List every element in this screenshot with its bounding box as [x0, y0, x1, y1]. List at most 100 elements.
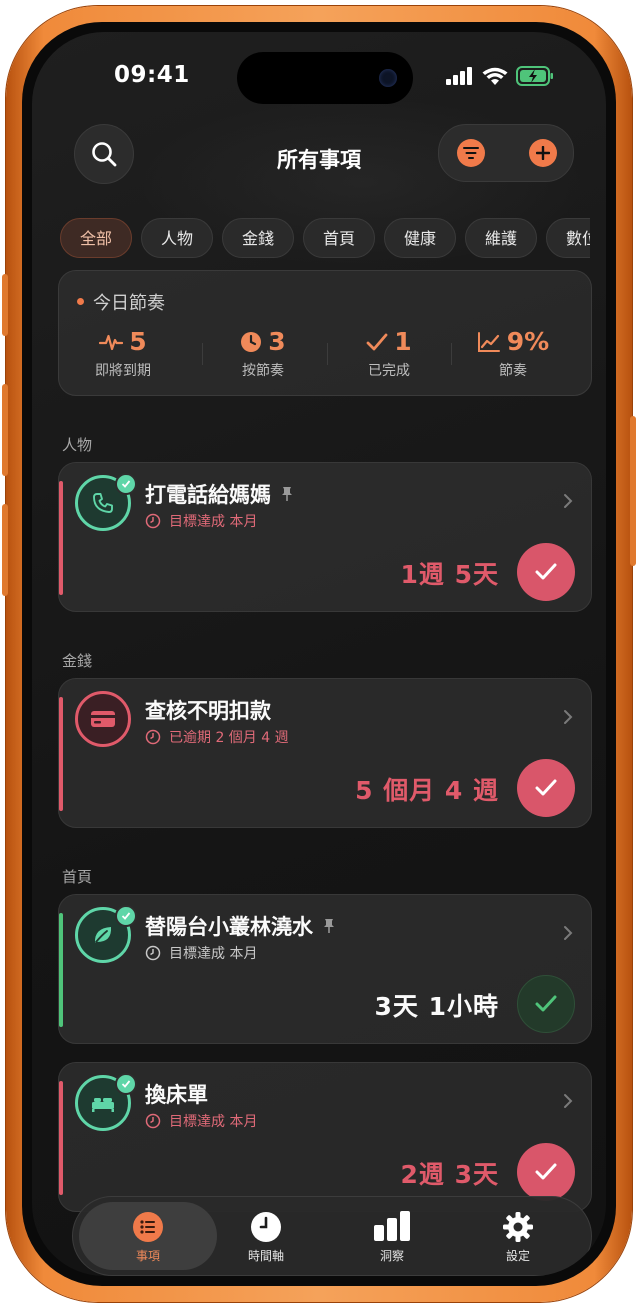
stat-value: 5: [129, 327, 147, 356]
stat-completed: 1 已完成: [329, 327, 449, 380]
check-icon: [121, 912, 131, 920]
tab-label: 設定: [505, 1249, 530, 1263]
chip-money[interactable]: 金錢: [222, 218, 294, 258]
task-title: 換床單: [145, 1083, 208, 1107]
header-actions: [438, 124, 574, 182]
task-due: 5 個月 4 週: [355, 776, 499, 805]
screen: 09:41 所有事項 全部 人物 金錢 首頁健康 維護 數位 今日節奏 5 即將…: [32, 32, 606, 1276]
completed-badge: [115, 473, 137, 495]
task-card[interactable]: 替陽台小叢林澆水 目標達成 本月 3天 1小時: [58, 894, 592, 1044]
chip-all[interactable]: 全部: [60, 218, 132, 258]
complete-button[interactable]: [517, 975, 575, 1033]
task-card[interactable]: 換床單 目標達成 本月 2週 3天: [58, 1062, 592, 1212]
task-title-row: 替陽台小叢林澆水: [145, 911, 335, 941]
stat-label: 即將到期: [95, 363, 151, 379]
wifi-icon: [482, 67, 508, 85]
divider: [451, 343, 452, 365]
plus-icon: [536, 146, 550, 160]
volume-down-button: [2, 504, 8, 596]
dynamic-island: [237, 52, 413, 104]
action-button: [2, 274, 8, 336]
status-dot: [77, 298, 84, 305]
check-icon: [121, 1080, 131, 1088]
category-chips: 全部 人物 金錢 首頁 健康 維護 數位: [60, 218, 590, 264]
task-subtitle-row: 目標達成 本月: [145, 943, 257, 963]
chevron-right-icon: [564, 710, 573, 724]
trend-icon: [477, 331, 500, 352]
task-subtitle: 已逾期 2 個月 4 週: [169, 730, 289, 746]
pin-icon: [282, 487, 292, 501]
bezel: 09:41 所有事項 全部 人物 金錢 首頁健康 維護 數位 今日節奏 5 即將…: [22, 22, 616, 1286]
chip-digital[interactable]: 數位: [546, 218, 590, 258]
check-icon: [121, 480, 131, 488]
add-button[interactable]: [529, 139, 557, 167]
chevron-right-icon: [564, 494, 573, 508]
chip-home[interactable]: 首頁: [303, 218, 375, 258]
pin-icon: [324, 919, 334, 933]
clock-icon: [241, 331, 262, 352]
tab-items[interactable]: 事項: [79, 1202, 217, 1270]
bed-icon: [92, 1098, 114, 1112]
check-icon: [535, 1163, 557, 1180]
clock-icon: [145, 513, 161, 529]
complete-button[interactable]: [517, 1143, 575, 1201]
task-due: 1週 5天: [400, 560, 499, 589]
stat-value: 3: [268, 327, 286, 356]
task-due: 3天 1小時: [374, 992, 499, 1021]
rhythm-summary: 今日節奏 5 即將到期 3 按節奏 1 已完成 9% 節奏: [58, 270, 592, 396]
filter-icon: [463, 147, 479, 159]
stat-upcoming: 5 即將到期: [63, 327, 183, 380]
battery-icon: [516, 66, 553, 86]
status-bar: [59, 913, 63, 1027]
stat-label: 按節奏: [242, 363, 284, 379]
divider: [327, 343, 328, 365]
rhythm-title: 今日節奏: [93, 293, 165, 314]
task-subtitle: 目標達成 本月: [169, 514, 258, 530]
completed-badge: [115, 1073, 137, 1095]
pulse-icon: [99, 334, 124, 350]
stat-label: 節奏: [499, 363, 527, 379]
section-header: 首頁: [62, 868, 93, 886]
stat-label: 已完成: [368, 363, 410, 379]
stat-value: 1: [394, 327, 412, 356]
chip-maintenance[interactable]: 維護: [465, 218, 537, 258]
status-bar: [59, 697, 63, 811]
task-title-row: 打電話給媽媽: [145, 479, 293, 509]
task-title: 替陽台小叢林澆水: [145, 915, 313, 939]
clock-icon: [145, 1113, 161, 1129]
tab-settings[interactable]: 設定: [453, 1197, 583, 1275]
task-card[interactable]: 打電話給媽媽 目標達成 本月 1週 5天: [58, 462, 592, 612]
status-icons: [446, 66, 554, 86]
stat-rhythm-percent: 9% 節奏: [453, 327, 573, 380]
phone-frame: 09:41 所有事項 全部 人物 金錢 首頁健康 維護 數位 今日節奏 5 即將…: [2, 6, 636, 1302]
chip-people[interactable]: 人物: [141, 218, 213, 258]
clock-icon: [250, 1211, 282, 1247]
signal-icon: [446, 67, 472, 85]
volume-up-button: [2, 384, 8, 476]
filter-button[interactable]: [457, 139, 485, 167]
clock-icon: [145, 945, 161, 961]
power-button: [630, 416, 636, 566]
chevron-right-icon: [564, 1094, 573, 1108]
bar-chart-icon: [372, 1211, 412, 1245]
status-bar: [59, 1081, 63, 1195]
task-subtitle-row: 目標達成 本月: [145, 511, 257, 531]
task-subtitle: 目標達成 本月: [169, 946, 258, 962]
check-icon: [535, 995, 557, 1012]
section-header: 金錢: [62, 652, 93, 670]
completed-badge: [115, 905, 137, 927]
gear-icon: [502, 1211, 534, 1247]
chip-health[interactable]: 健康: [384, 218, 456, 258]
task-title-row: 查核不明扣款: [145, 695, 271, 725]
chevron-right-icon: [564, 926, 573, 940]
task-icon: [75, 691, 131, 747]
check-icon: [535, 563, 557, 580]
list-icon: [132, 1211, 164, 1247]
complete-button[interactable]: [517, 759, 575, 817]
complete-button[interactable]: [517, 543, 575, 601]
task-subtitle: 目標達成 本月: [169, 1114, 258, 1130]
check-icon: [366, 333, 388, 350]
task-subtitle-row: 已逾期 2 個月 4 週: [145, 727, 289, 747]
leaf-icon: [94, 927, 112, 943]
task-card[interactable]: 查核不明扣款 已逾期 2 個月 4 週 5 個月 4 週: [58, 678, 592, 828]
